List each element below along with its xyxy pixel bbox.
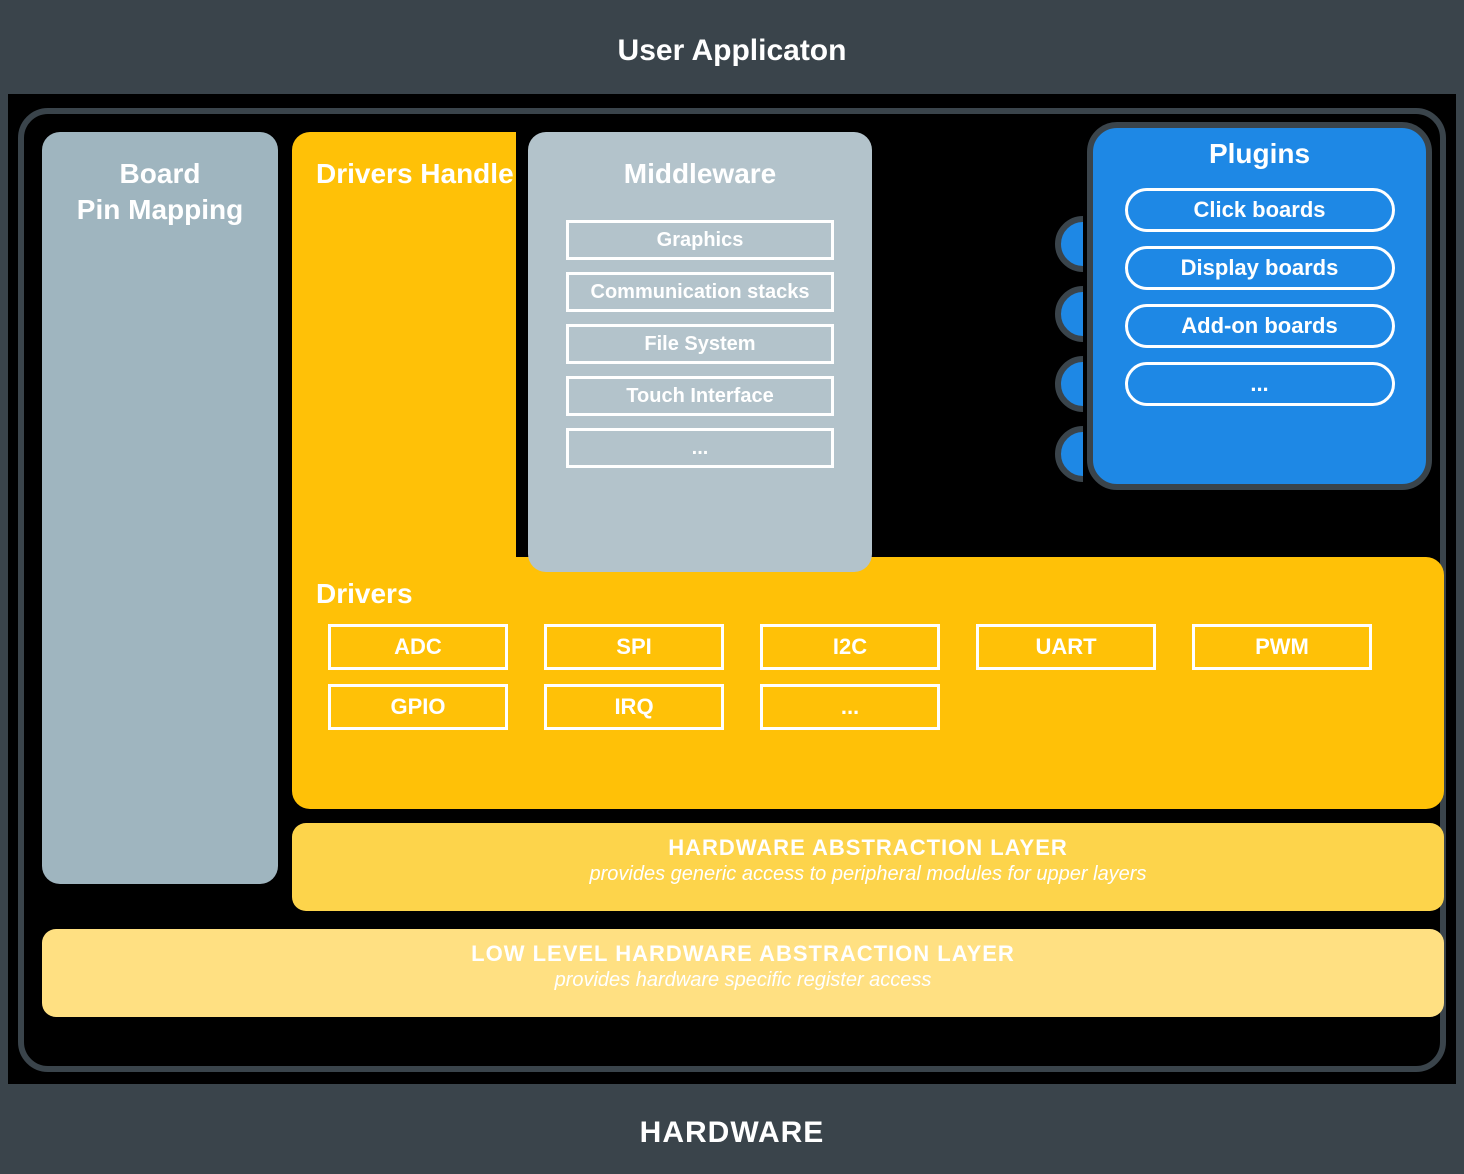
plugin-item: Click boards [1125, 188, 1395, 232]
hal-subtitle: provides generic access to peripheral mo… [292, 863, 1444, 886]
driver-chip: IRQ [544, 684, 724, 730]
middleware-item: Touch Interface [566, 376, 834, 416]
plugin-item: Add-on boards [1125, 304, 1395, 348]
plugin-item: Display boards [1125, 246, 1395, 290]
llhal-block: LOW LEVEL HARDWARE ABSTRACTION LAYER pro… [42, 929, 1444, 1017]
middleware-item: Communication stacks [566, 272, 834, 312]
driver-chip: SPI [544, 624, 724, 670]
driver-chip: PWM [1192, 624, 1372, 670]
driver-chip: UART [976, 624, 1156, 670]
board-pin-mapping-label-1: Board [42, 158, 278, 190]
driver-chip: I2C [760, 624, 940, 670]
middleware-item: File System [566, 324, 834, 364]
board-pin-mapping-label-2: Pin Mapping [42, 194, 278, 226]
hal-title: HARDWARE ABSTRACTION LAYER [292, 835, 1444, 861]
board-pin-mapping-block: Board Pin Mapping [42, 132, 278, 884]
drivers-handle-label: Drivers Handle [316, 158, 514, 190]
driver-chip: ADC [328, 624, 508, 670]
driver-chip: GPIO [328, 684, 508, 730]
middleware-block: Middleware Graphics Communication stacks… [528, 132, 872, 572]
llhal-title: LOW LEVEL HARDWARE ABSTRACTION LAYER [42, 941, 1444, 967]
drivers-grid: ADC SPI I2C UART PWM GPIO IRQ ... [328, 624, 1372, 730]
driver-chip: ... [760, 684, 940, 730]
middleware-item: Graphics [566, 220, 834, 260]
middleware-item: ... [566, 428, 834, 468]
user-application-title: User Applicaton [0, 0, 1464, 68]
drivers-block-top [292, 132, 516, 572]
drivers-section-label: Drivers [316, 578, 413, 610]
middleware-title: Middleware [528, 158, 872, 190]
hal-block: HARDWARE ABSTRACTION LAYER provides gene… [292, 823, 1444, 911]
plugins-block: Plugins Click boards Display boards Add-… [1087, 122, 1432, 490]
plugin-item: ... [1125, 362, 1395, 406]
llhal-subtitle: provides hardware specific register acce… [42, 969, 1444, 992]
diagram-stage: Board Pin Mapping Drivers Handle Drivers… [8, 94, 1456, 1084]
hardware-title: HARDWARE [0, 1116, 1464, 1150]
plugins-title: Plugins [1093, 138, 1426, 170]
